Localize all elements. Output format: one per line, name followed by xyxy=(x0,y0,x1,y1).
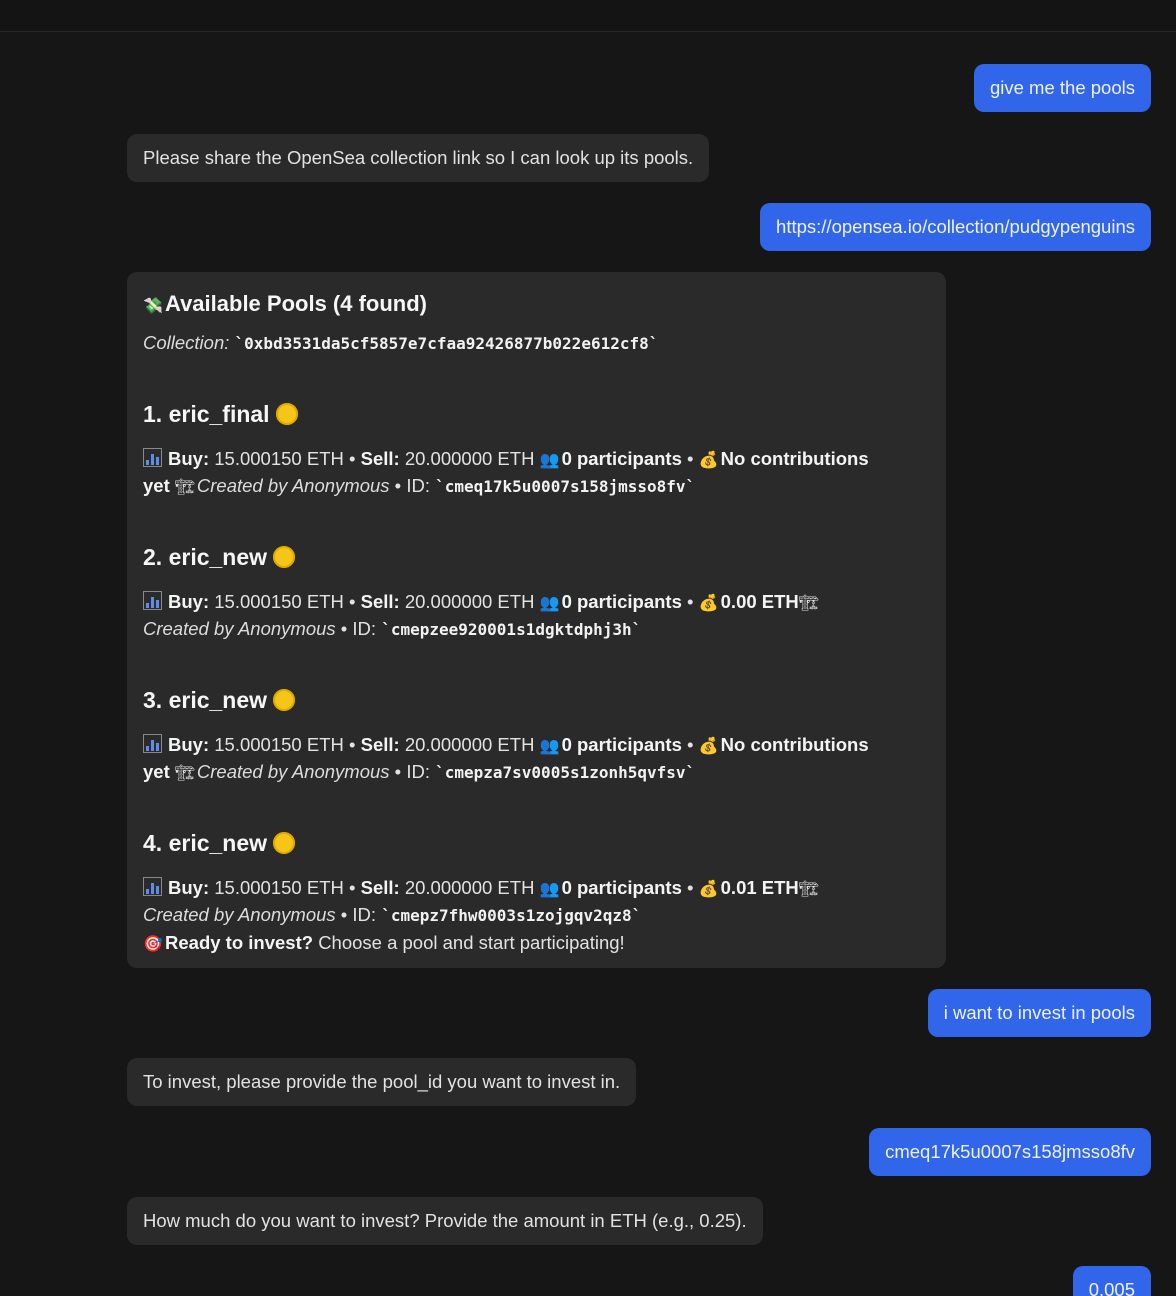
money-bag-icon: 💰 xyxy=(698,452,719,469)
construction-crane-icon: 🏗 xyxy=(798,595,820,612)
bar-chart-icon xyxy=(143,448,162,467)
bar-chart-icon xyxy=(143,877,162,896)
yellow-circle-icon xyxy=(273,832,296,854)
pool-meta-line: Created by Anonymous • ID: `cmepz7fhw000… xyxy=(143,904,642,925)
pool-meta-line: yet 🏗Created by Anonymous • ID: `cmepza7… xyxy=(143,760,695,786)
pool-heading: 2. eric_new xyxy=(143,545,296,569)
collection-line: Collection: `0xbd3531da5cf5857e7cfaa9242… xyxy=(143,332,659,353)
busts-icon: 👥 xyxy=(539,595,560,612)
user-message: 0.005 xyxy=(1072,1266,1151,1296)
yellow-circle-icon xyxy=(273,546,296,568)
construction-crane-icon: 🏗 xyxy=(174,765,196,782)
pool-id: `cmepza7sv0005s1zonh5qvfsv` xyxy=(435,763,696,782)
pool-id: `cmepz7fhw0003s1zojgqv2qz8` xyxy=(381,906,642,925)
pool-stats-line: Buy: 15.000150 ETH • Sell: 20.000000 ETH… xyxy=(143,733,869,759)
money-bag-icon: 💰 xyxy=(698,881,719,898)
assistant-message: Please share the OpenSea collection link… xyxy=(127,134,710,182)
pool-meta-line: yet 🏗Created by Anonymous • ID: `cmeq17k… xyxy=(143,474,695,500)
pool-stats-line: Buy: 15.000150 ETH • Sell: 20.000000 ETH… xyxy=(143,876,821,902)
busts-icon: 👥 xyxy=(539,738,560,755)
construction-crane-icon: 🏗 xyxy=(174,479,196,496)
assistant-pools-message: 💸Available Pools (4 found) Collection: `… xyxy=(127,272,946,968)
user-message: cmeq17k5u0007s158jmsso8fv xyxy=(869,1128,1151,1176)
pool-stats-line: Buy: 15.000150 ETH • Sell: 20.000000 ETH… xyxy=(143,447,869,473)
collection-address: `0xbd3531da5cf5857e7cfaa92426877b022e612… xyxy=(234,334,659,353)
construction-crane-icon: 🏗 xyxy=(798,881,820,898)
user-message: https://opensea.io/collection/pudgypengu… xyxy=(760,203,1151,251)
busts-icon: 👥 xyxy=(539,881,560,898)
money-with-wings-icon: 💸 xyxy=(143,298,163,315)
user-message: i want to invest in pools xyxy=(927,989,1151,1037)
pool-heading: 1. eric_final xyxy=(143,402,298,426)
pool-id: `cmepzee920001s1dgktdphj3h` xyxy=(381,620,642,639)
assistant-message: How much do you want to invest? Provide … xyxy=(127,1197,763,1245)
pool-heading: 4. eric_new xyxy=(143,831,296,855)
bar-chart-icon xyxy=(143,734,162,753)
cta-line: 🎯 Ready to invest? Choose a pool and star… xyxy=(143,931,625,957)
money-bag-icon: 💰 xyxy=(698,595,719,612)
pool-stats-line: Buy: 15.000150 ETH • Sell: 20.000000 ETH… xyxy=(143,590,821,616)
top-bar xyxy=(0,0,1176,32)
direct-hit-icon: 🎯 xyxy=(143,936,163,953)
money-bag-icon: 💰 xyxy=(698,738,719,755)
pools-title: 💸Available Pools (4 found) xyxy=(143,292,427,319)
pool-meta-line: Created by Anonymous • ID: `cmepzee92000… xyxy=(143,618,642,639)
bar-chart-icon xyxy=(143,591,162,610)
pool-id: `cmeq17k5u0007s158jmsso8fv` xyxy=(435,477,696,496)
pool-heading: 3. eric_new xyxy=(143,688,296,712)
yellow-circle-icon xyxy=(275,403,298,425)
yellow-circle-icon xyxy=(273,689,296,711)
assistant-message: To invest, please provide the pool_id yo… xyxy=(127,1058,637,1106)
user-message: give me the pools xyxy=(973,64,1151,112)
busts-icon: 👥 xyxy=(539,452,560,469)
